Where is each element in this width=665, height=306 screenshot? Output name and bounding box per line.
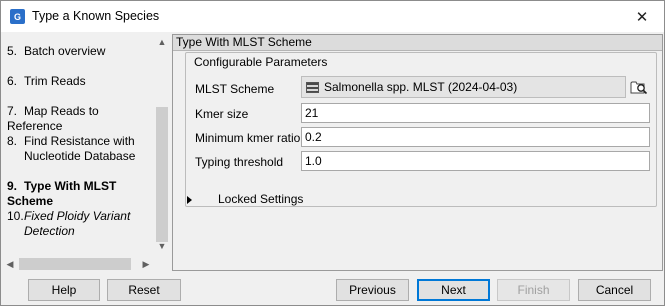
typing-threshold-input[interactable]: 1.0 <box>301 151 650 171</box>
step-label: Fixed Ploidy Variant <box>24 209 131 223</box>
scroll-right-icon[interactable]: ▶ <box>139 257 153 271</box>
step-item-map-reads[interactable]: 7. Map Reads to Reference <box>7 104 155 134</box>
previous-button[interactable]: Previous <box>336 279 409 301</box>
configurable-parameters-group: Configurable Parameters MLST Scheme Salm… <box>185 52 657 207</box>
locked-settings-label: Locked Settings <box>218 192 304 206</box>
step-label: Batch overview <box>24 44 106 58</box>
horizontal-scrollbar[interactable]: ◀ ▶ <box>1 256 155 272</box>
mlst-scheme-field[interactable]: Salmonella spp. MLST (2024-04-03) <box>301 76 626 98</box>
step-item-trim-reads[interactable]: 6. Trim Reads <box>7 74 155 89</box>
app-icon: G <box>10 9 25 24</box>
step-number: 8. <box>7 134 18 148</box>
browse-button[interactable] <box>629 77 649 97</box>
settings-panel: Type With MLST Scheme Configurable Param… <box>172 34 663 271</box>
step-number: 10. <box>7 209 24 223</box>
scroll-left-icon[interactable]: ◀ <box>3 257 17 271</box>
step-label-continued: Detection <box>24 224 75 238</box>
folder-search-icon <box>630 81 648 95</box>
step-item-type-mlst[interactable]: 9. Type With MLST Scheme <box>7 179 155 209</box>
help-button[interactable]: Help <box>28 279 100 301</box>
step-item-find-resistance[interactable]: 8. Find Resistance with Nucleotide Databa… <box>7 134 155 164</box>
vertical-scrollbar[interactable]: ▲ ▼ <box>155 33 169 255</box>
scroll-down-icon[interactable]: ▼ <box>155 239 169 253</box>
cancel-button[interactable]: Cancel <box>578 279 651 301</box>
window-title: Type a Known Species <box>32 9 160 23</box>
scrollbar-thumb[interactable] <box>156 107 168 242</box>
finish-button[interactable]: Finish <box>497 279 570 301</box>
close-button[interactable]: ✕ <box>630 6 654 28</box>
scrollbar-thumb[interactable] <box>19 258 131 270</box>
step-number: 9. <box>7 179 18 193</box>
kmer-size-label: Kmer size <box>195 107 249 121</box>
group-title: Configurable Parameters <box>194 55 328 69</box>
mlst-scheme-label: MLST Scheme <box>195 82 275 96</box>
step-label-continued: Nucleotide Database <box>24 149 136 163</box>
mlst-scheme-value: Salmonella spp. MLST (2024-04-03) <box>324 80 518 94</box>
typing-threshold-label: Typing threshold <box>195 155 284 169</box>
step-number: 5. <box>7 44 18 58</box>
step-number: 6. <box>7 74 18 88</box>
step-item-batch-overview[interactable]: 5. Batch overview <box>7 44 155 59</box>
dialog-window: G Type a Known Species ✕ 5. Batch overvie… <box>0 0 665 306</box>
kmer-size-input[interactable]: 21 <box>301 103 650 123</box>
scroll-up-icon[interactable]: ▲ <box>155 35 169 49</box>
min-kmer-ratio-label: Minimum kmer ratio <box>195 131 301 145</box>
next-button[interactable]: Next <box>417 279 490 301</box>
step-label: Type With MLST Scheme <box>7 179 117 208</box>
step-number: 7. <box>7 104 18 118</box>
panel-header: Type With MLST Scheme <box>173 35 662 51</box>
step-list: 5. Batch overview 6. Trim Reads 7. Map Read… <box>1 33 169 273</box>
step-label: Find Resistance with <box>24 134 135 148</box>
step-item-fixed-ploidy[interactable]: 10.Fixed Ploidy Variant Detection <box>7 209 155 239</box>
database-icon <box>306 81 319 93</box>
reset-button[interactable]: Reset <box>107 279 181 301</box>
title-bar: G Type a Known Species ✕ <box>1 1 664 32</box>
min-kmer-ratio-input[interactable]: 0.2 <box>301 127 650 147</box>
locked-settings-toggle[interactable]: Locked Settings <box>187 192 303 206</box>
step-label: Trim Reads <box>24 74 86 88</box>
close-icon: ✕ <box>635 9 649 26</box>
expand-arrow-icon <box>187 195 192 204</box>
